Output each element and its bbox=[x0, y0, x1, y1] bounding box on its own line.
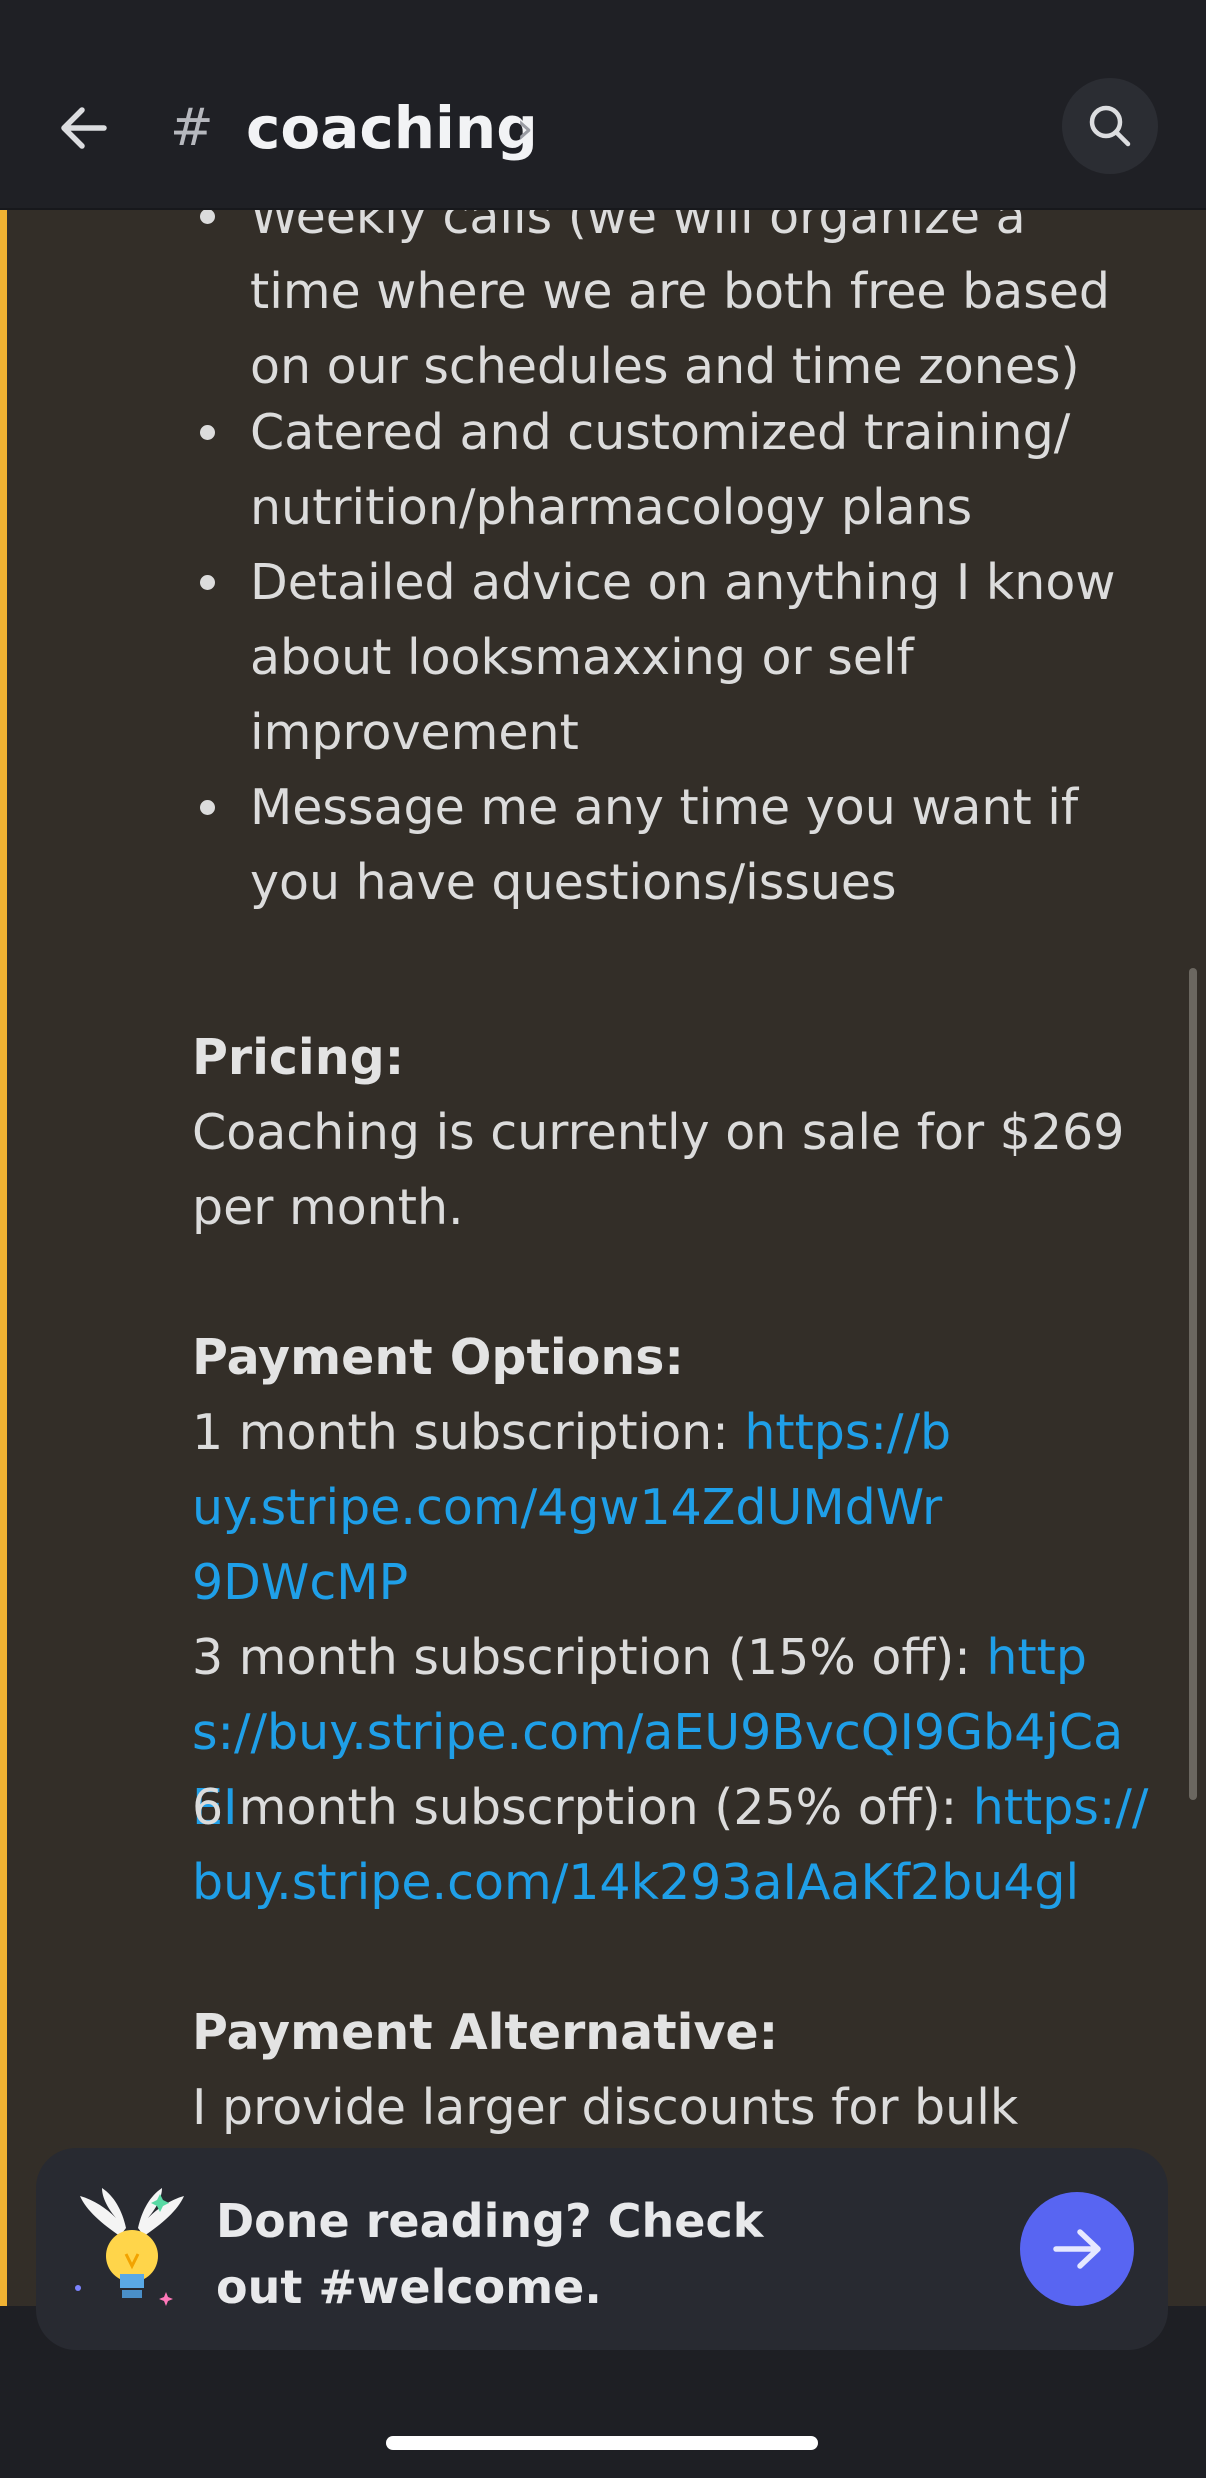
bullet-message-anytime: Message me any time you want if you have… bbox=[200, 770, 1150, 920]
payment-alternative-text: I provide larger discounts for bulk bbox=[192, 2079, 1019, 2136]
go-to-welcome-button[interactable] bbox=[1020, 2192, 1134, 2306]
payment-option-1: 1 month subscription: https://buy.stripe… bbox=[192, 1395, 952, 1620]
accent-bar bbox=[0, 208, 7, 2306]
channel-hash: # bbox=[170, 98, 214, 158]
option-label: 1 month subscription: bbox=[192, 1404, 745, 1461]
bullet-custom-plans: Catered and customized training/ nutriti… bbox=[200, 395, 1150, 545]
payment-alternative-heading: Payment Alternative: bbox=[192, 2004, 779, 2061]
search-button[interactable] bbox=[1062, 78, 1158, 174]
option-label: 3 month subscription (15% off): bbox=[192, 1629, 987, 1686]
done-reading-text: Done reading? Check out #welcome. bbox=[216, 2194, 764, 2314]
scrollbar[interactable] bbox=[1189, 968, 1197, 1800]
channel-name[interactable]: coaching bbox=[246, 90, 538, 166]
bullet-weekly-calls: Weekly calls (we will organize a time wh… bbox=[200, 208, 1150, 404]
search-icon bbox=[1089, 105, 1131, 147]
chevron-right-icon[interactable]: › bbox=[516, 104, 534, 154]
payment-options-heading: Payment Options: bbox=[192, 1329, 685, 1386]
pricing-text: Coaching is currently on sale for $269 p… bbox=[192, 1104, 1125, 1236]
bullet-detailed-advice: Detailed advice on anything I know about… bbox=[200, 545, 1150, 770]
arrow-left-icon bbox=[61, 107, 107, 149]
arrow-right-icon bbox=[1053, 2229, 1101, 2269]
option-label: 6 month subscrption (25% off): bbox=[192, 1779, 973, 1836]
pricing-heading: Pricing: bbox=[192, 1029, 405, 1086]
winged-lightbulb-icon bbox=[72, 2184, 192, 2314]
done-reading-banner[interactable]: Done reading? Check out #welcome. bbox=[36, 2148, 1168, 2350]
home-indicator[interactable] bbox=[386, 2436, 818, 2450]
payment-option-6: 6 month subscrption (25% off): https://b… bbox=[192, 1770, 1152, 1920]
channel-header: # coaching › bbox=[0, 0, 1206, 210]
back-button[interactable] bbox=[48, 92, 120, 164]
message-content: Weekly calls (we will organize a time wh… bbox=[0, 208, 1206, 2306]
